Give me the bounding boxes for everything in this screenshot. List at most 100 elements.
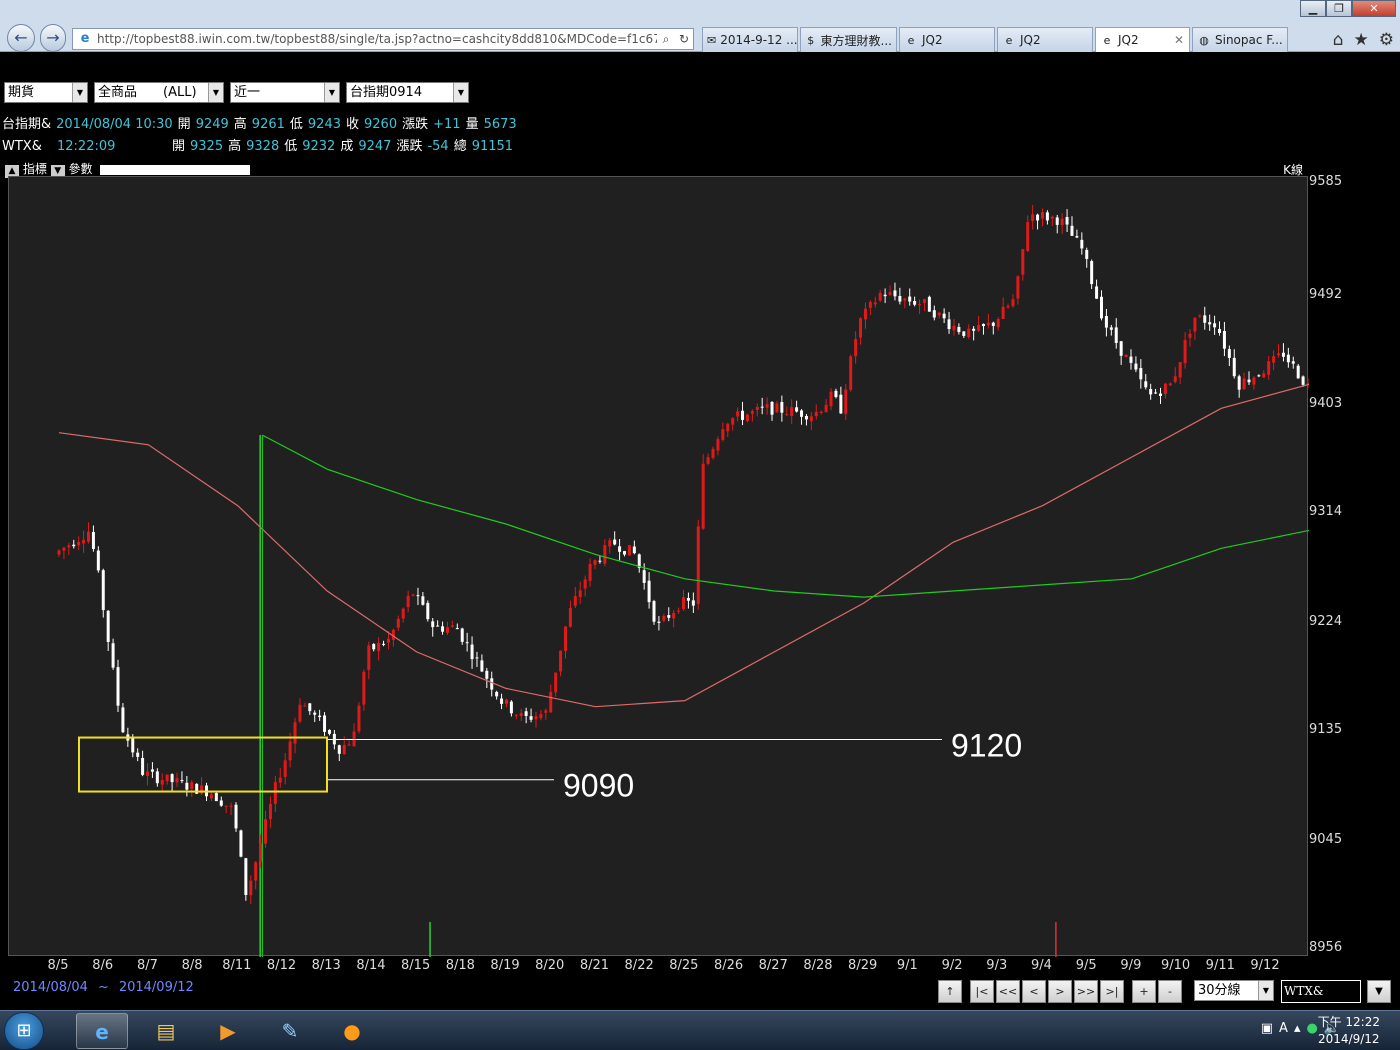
candle-body xyxy=(854,339,858,357)
forward-button[interactable]: → xyxy=(40,24,66,52)
candle-body xyxy=(696,526,700,605)
volume-value: 5673 xyxy=(483,117,517,132)
taskbar-media-player[interactable]: ▶ xyxy=(202,1013,254,1049)
params-button[interactable]: 參數 xyxy=(69,162,93,176)
taskbar-explorer[interactable]: ▤ xyxy=(140,1013,192,1049)
candle-body xyxy=(504,699,508,704)
browser-tab[interactable]: ✉ 2014-9-12 ... xyxy=(702,27,798,52)
candle-body xyxy=(401,608,405,619)
indicator-button[interactable]: 指標 xyxy=(23,162,47,176)
period-select[interactable]: 30分線 ▼ xyxy=(1194,980,1274,1001)
browser-tab[interactable]: ◍ Sinopac F... xyxy=(1192,27,1288,52)
range-select[interactable]: 近一 ▼ xyxy=(230,82,340,103)
chart-control-button[interactable]: < xyxy=(1022,980,1046,1003)
y-tick-label: 9492 xyxy=(1309,287,1343,303)
refresh-icon[interactable]: ↻ xyxy=(675,32,693,46)
symbol-input[interactable]: WTX& xyxy=(1281,980,1361,1003)
back-button[interactable]: ← xyxy=(7,24,35,52)
candle-body xyxy=(1090,261,1094,285)
candle-body xyxy=(1178,362,1182,378)
gear-icon[interactable]: ⚙ xyxy=(1379,30,1394,50)
candle-body xyxy=(185,782,189,790)
candle-body xyxy=(677,610,681,612)
candle-body xyxy=(67,545,71,548)
candle-body xyxy=(77,541,81,546)
restore-button[interactable]: ❐ xyxy=(1326,0,1352,17)
candle-body xyxy=(485,670,489,679)
chart-control-button[interactable]: > xyxy=(1048,980,1072,1003)
candle-body xyxy=(947,319,951,330)
chart-control-button[interactable]: |< xyxy=(970,980,994,1003)
candle-body xyxy=(101,570,105,611)
candle-body xyxy=(450,625,454,627)
low-label: 低 xyxy=(289,117,303,132)
candle-body xyxy=(293,722,297,744)
candle-body xyxy=(1075,236,1079,238)
candle-body xyxy=(229,805,233,807)
candle-body xyxy=(859,318,863,338)
x-tick-label: 8/7 xyxy=(136,958,158,973)
candle-body xyxy=(1021,249,1025,275)
taskbar-ie[interactable]: e xyxy=(76,1013,128,1049)
high-label: 高 xyxy=(233,117,247,132)
x-tick-label: 8/29 xyxy=(848,958,878,973)
candle-body xyxy=(716,439,720,451)
candle-body xyxy=(234,804,238,829)
candle-body xyxy=(1262,373,1266,378)
candle-body xyxy=(618,546,622,552)
start-button[interactable]: ⊞ xyxy=(4,1012,44,1050)
minimize-button[interactable]: ▁ xyxy=(1300,0,1326,17)
search-icon[interactable]: ⌕ xyxy=(657,32,675,47)
candle-body xyxy=(1060,218,1064,225)
candle-body xyxy=(1252,377,1256,385)
chart-control-button[interactable]: << xyxy=(996,980,1020,1003)
close-window-button[interactable]: ✕ xyxy=(1352,0,1396,17)
y-tick-label: 9045 xyxy=(1309,831,1343,847)
chart-control-button[interactable]: - xyxy=(1158,980,1182,1003)
contract-select[interactable]: 台指期0914 ▼ xyxy=(346,82,469,103)
candle-body xyxy=(1213,323,1217,328)
candle-body xyxy=(470,644,474,660)
taskbar-chat[interactable]: ● xyxy=(326,1013,378,1049)
candle-body xyxy=(996,319,1000,328)
chart-control-button[interactable]: >| xyxy=(1100,980,1124,1003)
candle-body xyxy=(1119,341,1123,356)
browser-tab[interactable]: $ 東方理財教... xyxy=(800,27,897,52)
chart-control-button[interactable]: + xyxy=(1132,980,1156,1003)
candlestick-plot[interactable]: 9120 9090 xyxy=(9,177,1309,957)
candle-body xyxy=(1149,389,1153,395)
candle-body xyxy=(465,642,469,644)
symbol-go-button[interactable]: ▼ xyxy=(1367,980,1391,1003)
candle-body xyxy=(121,707,125,733)
candle-body xyxy=(116,667,120,706)
candle-body xyxy=(342,744,346,755)
kline-chart[interactable]: K線 9120 9090 xyxy=(8,163,1309,957)
candle-body xyxy=(254,862,258,881)
candle-body xyxy=(883,294,887,297)
close-tab-icon[interactable]: ✕ xyxy=(1174,33,1184,47)
favorites-star-icon[interactable]: ★ xyxy=(1354,30,1369,50)
home-icon[interactable]: ⌂ xyxy=(1333,30,1344,50)
chart-control-button[interactable]: >> xyxy=(1074,980,1098,1003)
browser-tab[interactable]: e JQ2 ✕ xyxy=(1095,27,1190,52)
browser-tab[interactable]: e JQ2 xyxy=(997,27,1093,52)
indicator-name-field[interactable] xyxy=(100,164,251,175)
category-select[interactable]: 期貨 ▼ xyxy=(4,82,88,103)
folder-icon: ▤ xyxy=(156,1019,176,1043)
browser-tab[interactable]: e JQ2 xyxy=(899,27,995,52)
taskbar-app[interactable]: ✎ xyxy=(264,1013,316,1049)
chart-control-button[interactable]: ↑ xyxy=(938,980,962,1003)
address-bar[interactable]: e http://topbest88.iwin.com.tw/topbest88… xyxy=(72,28,694,50)
product-select[interactable]: 全商品 (ALL) ▼ xyxy=(94,82,224,103)
close-label: 收 xyxy=(346,117,360,132)
candle-body xyxy=(913,300,917,305)
tray-chevron-icon[interactable]: ▴ xyxy=(1294,1021,1301,1036)
candle-body xyxy=(888,292,892,295)
input-method-icon[interactable]: A xyxy=(1279,1021,1288,1036)
network-icon[interactable]: ▣ xyxy=(1261,1021,1273,1036)
address-url[interactable]: http://topbest88.iwin.com.tw/topbest88/s… xyxy=(97,32,657,46)
line-app-icon[interactable]: ● xyxy=(1306,1021,1317,1036)
system-clock[interactable]: 下午 12:22 2014/9/12 xyxy=(1318,1014,1380,1048)
candle-body xyxy=(1158,393,1162,396)
candle-body xyxy=(839,394,843,414)
